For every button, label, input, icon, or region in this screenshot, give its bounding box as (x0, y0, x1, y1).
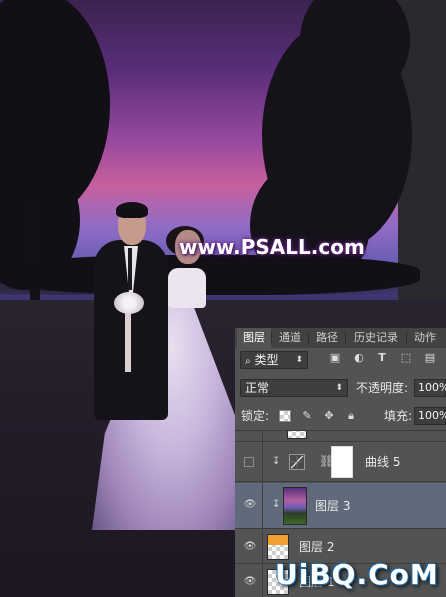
bouquet (114, 292, 144, 314)
eye-icon[interactable]: 👁︎ (243, 577, 257, 587)
eye-icon[interactable]: 👁︎ (243, 500, 257, 510)
row-divider (262, 442, 263, 481)
search-icon: ⌕ (245, 356, 251, 367)
eye-icon[interactable]: 👁︎ (243, 542, 257, 552)
layer-row[interactable] (235, 431, 446, 442)
tab-paths[interactable]: 路径 (309, 328, 345, 348)
lock-position-icon[interactable]: ✥ (323, 410, 335, 422)
layer-kind-filter[interactable]: ⌕ 类型 ⬍ (240, 351, 308, 369)
layer-row-selected[interactable]: 👁︎ ↧ 图层 3 (235, 483, 446, 529)
tab-actions[interactable]: 动作 (407, 328, 443, 348)
image-filter-icon[interactable]: ▣ (329, 352, 341, 364)
bouquet-ribbon (125, 312, 131, 372)
layer-row[interactable]: ↧ ⛓︎ 曲线 5 (235, 442, 446, 482)
clipping-mask-icon: ↧ (272, 456, 281, 467)
tab-layers[interactable]: 图层 (237, 328, 271, 348)
row-divider (262, 565, 263, 597)
shape-filter-icon[interactable]: ⬚ (400, 352, 412, 364)
lock-label: 锁定: (241, 409, 270, 423)
lock-all-icon[interactable]: 🔒︎ (345, 410, 357, 422)
row-divider (262, 530, 263, 563)
treeline (0, 255, 420, 295)
panel-tabs: 图层 通道 路径 历史记录 动作 (235, 328, 446, 348)
layer-name: 图层 2 (299, 540, 335, 554)
curves-glyph (290, 455, 304, 469)
watermark-text: www.PSALL.com (179, 235, 365, 259)
adjustment-filter-icon[interactable]: ◐ (353, 352, 365, 364)
curves-adjustment-icon (289, 454, 305, 470)
groom-hair (116, 202, 148, 218)
site-logo-watermark: UiBQ.CoM (275, 558, 439, 591)
blend-mode-select[interactable]: 正常 ⬍ (240, 379, 348, 397)
fill-input[interactable]: 100% (414, 407, 446, 425)
tab-channels[interactable]: 通道 (272, 328, 308, 348)
chevron-down-icon: ⬍ (295, 355, 303, 365)
type-filter-icon[interactable]: T (376, 352, 388, 364)
chevron-down-icon: ⬍ (335, 383, 343, 393)
row-divider (262, 483, 263, 528)
opacity-input[interactable]: 100% (414, 379, 446, 397)
tab-history[interactable]: 历史记录 (346, 328, 406, 348)
lock-transparent-icon[interactable] (279, 410, 291, 422)
bride-bodice (168, 268, 206, 308)
layer-mask-thumbnail[interactable] (331, 446, 353, 478)
lock-image-icon[interactable]: ✎ (301, 410, 313, 422)
thumbnail-content (268, 535, 288, 545)
layer-name: 曲线 5 (365, 455, 401, 469)
filter-kind-label: 类型 (254, 353, 279, 367)
blend-mode-value: 正常 (245, 381, 270, 395)
row-divider (262, 431, 263, 441)
clipping-mask-icon: ↧ (272, 499, 281, 510)
smart-object-filter-icon[interactable]: ▤ (424, 352, 436, 364)
opacity-label: 不透明度: (356, 381, 409, 395)
groom-tie (128, 248, 132, 290)
layer-thumbnail (283, 487, 307, 525)
fill-label: 填充: (384, 409, 413, 423)
layer-name: 图层 3 (315, 499, 351, 513)
layer-thumbnail (287, 431, 307, 439)
visibility-toggle-off[interactable] (244, 457, 254, 467)
